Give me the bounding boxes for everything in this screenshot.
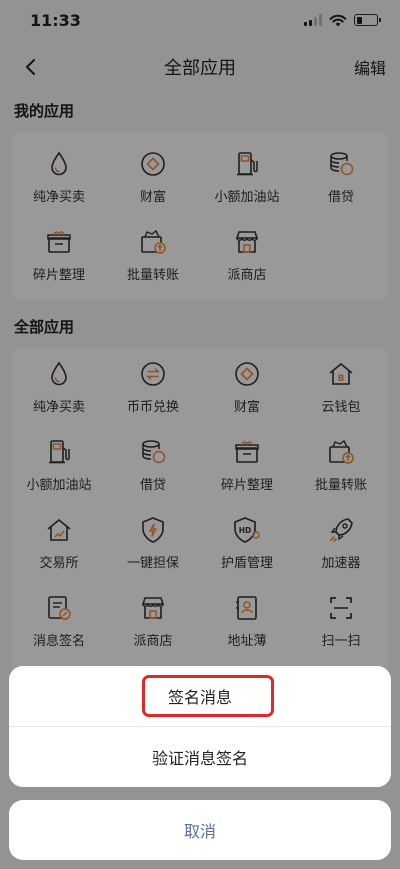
highlight-box: [142, 675, 274, 717]
cancel-sheet: 取消: [9, 800, 391, 860]
cancel-button[interactable]: 取消: [9, 800, 391, 860]
verify-signature-option[interactable]: 验证消息签名: [9, 727, 391, 787]
